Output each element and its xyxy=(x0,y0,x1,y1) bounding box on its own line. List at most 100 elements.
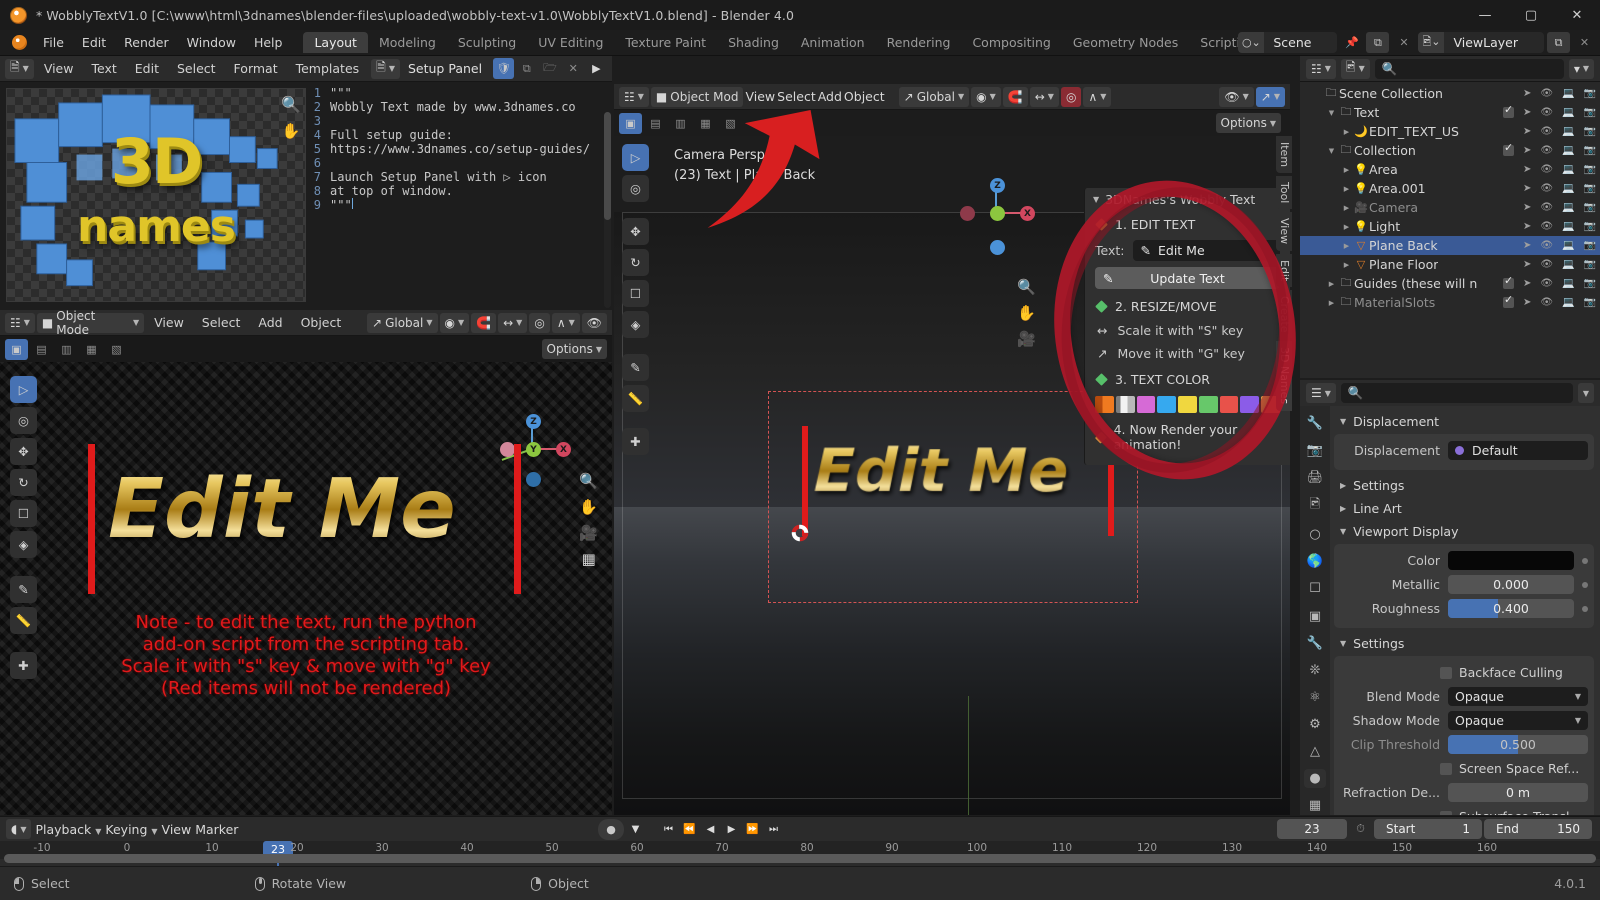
tab-scene-icon[interactable]: ○ xyxy=(1304,525,1326,544)
tab-render-icon[interactable]: 📷 xyxy=(1304,441,1326,460)
tool-transform-icon[interactable]: ◈ xyxy=(10,531,37,558)
hide-eye-icon[interactable]: 👁 xyxy=(1540,240,1553,251)
pivot-point-vp2[interactable]: ◉ ▼ xyxy=(971,86,1001,107)
expand-triangle-icon[interactable]: ▼ xyxy=(1325,109,1338,117)
hide-eye-icon[interactable]: 👁 xyxy=(1540,202,1553,213)
expand-triangle-icon[interactable]: ▶ xyxy=(1340,128,1353,136)
menu-file[interactable]: File xyxy=(34,32,73,54)
editor-type-selector-timeline[interactable]: ◖ ▼ xyxy=(6,819,32,839)
menu-render[interactable]: Render xyxy=(115,32,178,54)
timeline-menu-marker[interactable]: Marker xyxy=(195,822,238,837)
viewport-left-canvas[interactable]: Z X Y Edit Me Note - to edit the text, r… xyxy=(0,362,612,815)
disable-render-icon[interactable]: 📷 xyxy=(1584,164,1596,175)
text-menu-select[interactable]: Select xyxy=(169,59,224,79)
tab-compositing[interactable]: Compositing xyxy=(961,32,1061,53)
disable-viewport-icon[interactable]: 💻 xyxy=(1562,88,1574,99)
disable-viewport-icon[interactable]: 💻 xyxy=(1562,202,1574,213)
tool-measure-icon[interactable]: 📏 xyxy=(10,607,37,634)
select-extend-icon[interactable]: ▤ xyxy=(30,339,53,360)
animate-metallic-icon[interactable] xyxy=(1582,581,1588,588)
viewport-display-header[interactable]: ▼ Viewport Display xyxy=(1334,520,1594,543)
disable-viewport-icon[interactable]: 💻 xyxy=(1562,240,1574,251)
camera-view-icon[interactable]: 🎥 xyxy=(579,524,598,542)
new-scene-icon[interactable]: ⧉ xyxy=(1366,32,1390,53)
select-intersect-icon-vp2[interactable]: ▧ xyxy=(719,113,742,134)
tab-physics-icon[interactable]: ⚛ xyxy=(1304,688,1326,707)
editor-type-selector[interactable]: 🗎 ▼ xyxy=(5,58,34,79)
disable-viewport-icon[interactable]: 💻 xyxy=(1562,164,1574,175)
timeline-menu-playback[interactable]: Playback ▼ xyxy=(35,822,101,837)
outliner-row-camera[interactable]: ▶ 🎥 Camera ➤ 👁 💻 📷 xyxy=(1300,198,1600,217)
exclude-checkbox[interactable] xyxy=(1503,103,1514,118)
ntab-edit[interactable]: Edit xyxy=(1276,253,1292,287)
selectable-cursor-icon[interactable]: ➤ xyxy=(1523,240,1531,251)
outliner-row-text[interactable]: ▼🗀Text ➤ 👁 💻 📷 xyxy=(1300,103,1600,122)
auto-keying-icon[interactable]: ● xyxy=(598,818,624,840)
color-swatch-orange[interactable] xyxy=(1095,396,1114,413)
settings-collapsed-header[interactable]: ▶ Settings xyxy=(1334,474,1594,497)
use-preview-range-icon[interactable]: ⏱ xyxy=(1349,819,1372,840)
mode-selector-vp1[interactable]: ■ Object Mode ▼ xyxy=(36,310,145,337)
outliner-row-edit-text-us[interactable]: ▶ 🌙 EDIT_TEXT_US ➤ 👁 💻 📷 xyxy=(1300,122,1600,141)
disable-viewport-icon[interactable]: 💻 xyxy=(1562,145,1574,156)
remove-viewlayer-icon[interactable]: ✕ xyxy=(1573,32,1596,53)
color-swatch-silver[interactable] xyxy=(1115,396,1135,413)
tool-scale-icon[interactable]: ☐ xyxy=(10,500,37,527)
editor-type-selector-props[interactable]: ☰ ▼ xyxy=(1306,383,1336,403)
displacement-section-header[interactable]: ▼ Displacement xyxy=(1334,410,1594,433)
hide-eye-icon[interactable]: 👁 xyxy=(1540,126,1553,137)
text-menu-format[interactable]: Format xyxy=(226,59,286,79)
selectable-cursor-icon[interactable]: ➤ xyxy=(1523,297,1531,308)
vp1-menu-view[interactable]: View xyxy=(146,313,192,333)
play-reverse-icon[interactable]: ◀ xyxy=(701,819,720,839)
open-text-icon[interactable]: 🗁 xyxy=(539,58,560,79)
settings-open-header[interactable]: ▼ Settings xyxy=(1334,632,1594,655)
section-render-header[interactable]: 4. Now Render your animation! xyxy=(1085,415,1290,457)
select-invert-icon-vp2[interactable]: ▦ xyxy=(694,113,717,134)
disable-viewport-icon[interactable]: 💻 xyxy=(1562,107,1574,118)
falloff-curve-vp2[interactable]: ∧ ▼ xyxy=(1083,86,1112,107)
tool-rotate-icon-vp2[interactable]: ↻ xyxy=(622,249,649,276)
gizmo-neg-x-axis-vp2[interactable] xyxy=(960,206,975,221)
outliner-row-plane-back[interactable]: ▶ ▽ Plane Back ➤ 👁 💻 📷 xyxy=(1300,236,1600,255)
tab-material-icon[interactable]: ● xyxy=(1304,768,1326,789)
ntab-tool[interactable]: Tool xyxy=(1276,176,1292,210)
outliner-search-input[interactable]: 🔍 xyxy=(1374,58,1564,79)
expand-triangle-icon[interactable]: ▶ xyxy=(1325,280,1338,288)
disable-render-icon[interactable]: 📷 xyxy=(1584,107,1596,118)
tool-rotate-icon[interactable]: ↻ xyxy=(10,469,37,496)
blender-menu-icon[interactable] xyxy=(8,33,30,53)
minimize-button[interactable]: — xyxy=(1462,0,1508,30)
gizmo-z-axis[interactable]: Z xyxy=(526,414,541,429)
tool-select-box-icon-vp2[interactable]: ▷ xyxy=(622,144,649,171)
expand-triangle-icon[interactable]: ▶ xyxy=(1340,204,1353,212)
disable-render-icon[interactable]: 📷 xyxy=(1584,145,1596,156)
snap-target-vp1[interactable]: ↔ ▼ xyxy=(498,312,528,333)
panel-title-row[interactable]: ▼ 3DNames's Wobbly Text xyxy=(1085,188,1290,210)
expand-triangle-icon[interactable]: ▼ xyxy=(1325,147,1338,155)
backface-culling-row[interactable]: Backface Culling xyxy=(1340,662,1588,683)
text-menu-text[interactable]: Text xyxy=(83,59,124,79)
color-swatch-green[interactable] xyxy=(1198,396,1218,413)
hide-eye-icon[interactable]: 👁 xyxy=(1540,145,1553,156)
tab-constraints-icon[interactable]: ⚙ xyxy=(1304,715,1326,734)
gizmo-y-axis[interactable]: Y xyxy=(526,442,541,457)
tab-animation[interactable]: Animation xyxy=(790,32,876,53)
exclude-checkbox[interactable] xyxy=(1503,293,1514,308)
ntab-3dnames[interactable]: 3D Names xyxy=(1276,341,1292,411)
select-subtract-icon-vp2[interactable]: ▥ xyxy=(669,113,692,134)
options-dropdown-vp2[interactable]: Options ▼ xyxy=(1215,113,1281,133)
disable-render-icon[interactable]: 📷 xyxy=(1584,240,1596,251)
color-swatch-field[interactable] xyxy=(1448,551,1574,570)
text-menu-templates[interactable]: Templates xyxy=(288,59,368,79)
navigation-gizmo-vp1[interactable]: Z X Y xyxy=(498,410,576,488)
outliner-display-mode[interactable]: 🖻 ▼ xyxy=(1340,58,1370,79)
disable-render-icon[interactable]: 📷 xyxy=(1584,221,1596,232)
gizmo-x-axis-vp2[interactable]: X xyxy=(1020,206,1035,221)
properties-search-input[interactable]: 🔍 xyxy=(1340,383,1573,403)
section-text-color-header[interactable]: 3. TEXT COLOR xyxy=(1085,365,1290,392)
text-menu-view[interactable]: View xyxy=(36,59,82,79)
select-intersect-icon[interactable]: ▧ xyxy=(105,339,128,360)
run-script-icon[interactable]: ▶ xyxy=(586,58,607,79)
ntab-view[interactable]: View xyxy=(1276,212,1292,251)
